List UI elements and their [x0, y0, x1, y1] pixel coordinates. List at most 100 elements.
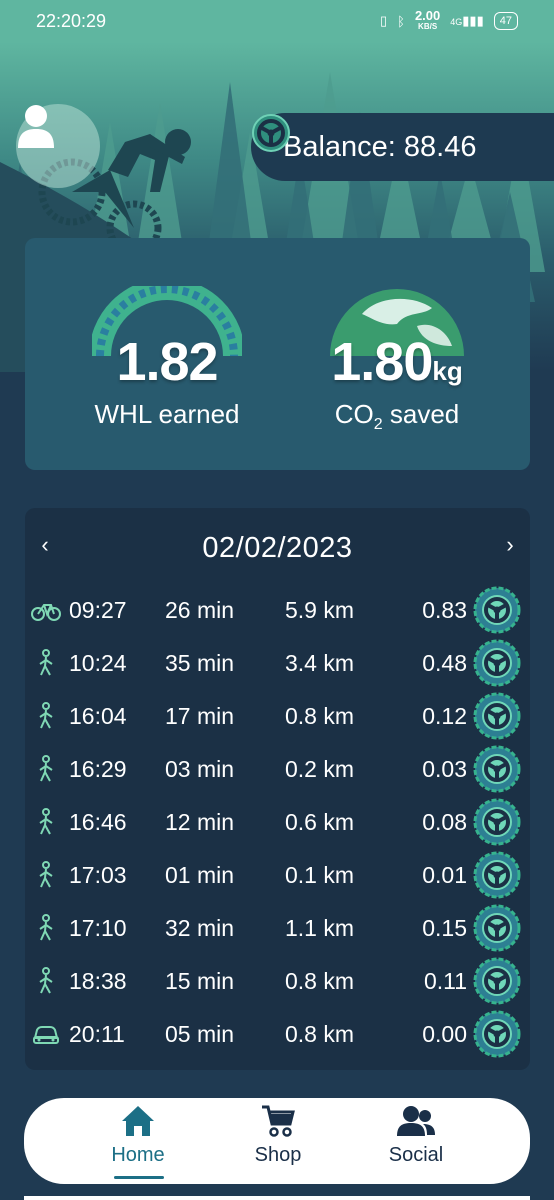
battery-icon: 47	[493, 12, 518, 30]
co2-number: 1.80	[331, 332, 433, 392]
nav-shop-tab[interactable]: Shop	[218, 1104, 338, 1167]
nav-home-label: Home	[111, 1144, 165, 1166]
network-type: 4G	[450, 17, 463, 27]
chevron-right-icon[interactable]: ›	[495, 532, 525, 558]
trip-earned: 0.48	[422, 650, 467, 676]
trip-earned: 0.03	[422, 756, 467, 782]
balance-pill[interactable]: Balance: 88.46	[251, 113, 554, 181]
date-selector: ‹ 02/02/2023 ›	[25, 528, 530, 568]
car-icon	[31, 1020, 61, 1048]
whl-earned-value: 1.82	[116, 332, 218, 392]
network-speed: 2.00 KB/S	[414, 8, 441, 32]
trip-earned: 0.00	[422, 1021, 467, 1047]
trip-duration: 26 min	[165, 597, 235, 623]
status-bar: 22:20:29 ▯ ᛒ 2.00 KB/S 4G▮▮▮ 47	[0, 0, 554, 42]
trip-row[interactable]: 16:29 03 min 0.2 km 0.03	[25, 743, 530, 796]
home-icon	[122, 1106, 154, 1136]
whl-earned-stat: 1.82 WHL earned	[47, 278, 287, 430]
trip-earned: 0.83	[422, 597, 467, 623]
trip-row[interactable]: 16:46 12 min 0.6 km 0.08	[25, 796, 530, 849]
whl-coin-icon	[473, 798, 521, 846]
trip-row[interactable]: 10:24 35 min 3.4 km 0.48	[25, 637, 530, 690]
trip-distance: 0.8 km	[285, 968, 355, 994]
trip-time: 16:29	[69, 756, 127, 782]
trip-time: 20:11	[69, 1021, 125, 1047]
co2-label-main: CO	[334, 399, 374, 429]
trip-row[interactable]: 16:04 17 min 0.8 km 0.12	[25, 690, 530, 743]
status-time: 22:20:29	[36, 10, 107, 31]
co2-label-sub: 2	[373, 416, 383, 434]
trip-earned: 0.11	[423, 968, 467, 994]
bottom-navigation: Home Shop Social	[24, 1098, 530, 1184]
trip-earned: 0.12	[422, 703, 467, 729]
co2-saved-value: 1.80kg	[277, 331, 517, 393]
co2-saved-stat: 1.80kg CO2 saved	[277, 286, 517, 434]
cart-icon	[262, 1105, 295, 1137]
walking-icon	[31, 649, 61, 677]
nav-social-tab[interactable]: Social	[356, 1104, 476, 1167]
trip-duration: 01 min	[165, 862, 235, 888]
trip-row[interactable]: 17:03 01 min 0.1 km 0.01	[25, 849, 530, 902]
trip-time: 16:04	[69, 703, 127, 729]
walking-icon	[31, 861, 61, 889]
co2-unit: kg	[432, 356, 463, 386]
signal-icon: 4G▮▮▮	[450, 13, 484, 28]
whl-coin-icon	[473, 1010, 521, 1058]
trip-duration: 17 min	[165, 703, 235, 729]
nav-social-label: Social	[388, 1144, 444, 1166]
trip-row[interactable]: 09:27 26 min 5.9 km 0.83	[25, 584, 530, 637]
vibrate-icon: ▯	[379, 13, 388, 28]
trip-date: 02/02/2023	[202, 531, 353, 564]
net-speed-value: 2.00	[414, 8, 441, 23]
walking-icon	[31, 702, 61, 730]
trip-duration: 05 min	[165, 1021, 235, 1047]
co2-label-rest: saved	[382, 399, 460, 429]
nav-home-tab[interactable]: Home	[78, 1104, 198, 1167]
trips-card: ‹ 02/02/2023 › 09:27 26 min 5.9 km 0.83 10:2…	[25, 508, 530, 1070]
trip-row[interactable]: 18:38 15 min 0.8 km 0.11	[25, 955, 530, 1008]
co2-saved-label: CO2 saved	[277, 399, 517, 434]
trip-time: 18:38	[69, 968, 127, 994]
trip-distance: 0.8 km	[285, 1021, 355, 1047]
walking-icon	[31, 967, 61, 995]
whl-coin-icon	[473, 904, 521, 952]
whl-coin-icon	[473, 639, 521, 687]
trip-duration: 15 min	[165, 968, 235, 994]
trip-distance: 0.6 km	[285, 809, 355, 835]
whl-coin-icon	[473, 957, 521, 1005]
users-icon	[397, 1106, 435, 1136]
trip-time: 17:03	[69, 862, 127, 888]
trip-time: 09:27	[69, 597, 127, 623]
trip-earned: 0.01	[422, 862, 467, 888]
profile-avatar-button[interactable]	[16, 104, 100, 188]
trip-row[interactable]: 20:11 05 min 0.8 km 0.00	[25, 1008, 530, 1061]
trip-duration: 03 min	[165, 756, 235, 782]
walking-icon	[31, 755, 61, 783]
chevron-left-icon[interactable]: ‹	[30, 532, 60, 558]
trip-distance: 0.2 km	[285, 756, 355, 782]
whl-coin-icon	[473, 851, 521, 899]
net-speed-unit: KB/S	[418, 22, 438, 31]
trip-duration: 35 min	[165, 650, 235, 676]
whl-coin-icon	[473, 745, 521, 793]
nav-shop-label: Shop	[254, 1144, 302, 1166]
stats-card: 1.82 WHL earned 1.80kg CO2 saved	[25, 238, 530, 470]
trip-duration: 12 min	[165, 809, 235, 835]
bike-icon	[31, 596, 61, 624]
whl-coin-icon	[252, 114, 290, 152]
status-icons: ▯ ᛒ 2.00 KB/S 4G▮▮▮ 47	[379, 8, 518, 32]
trip-distance: 3.4 km	[285, 650, 355, 676]
trip-distance: 0.8 km	[285, 703, 355, 729]
trip-distance: 5.9 km	[285, 597, 355, 623]
trip-time: 16:46	[69, 809, 127, 835]
battery-level: 47	[499, 15, 512, 27]
trip-earned: 0.15	[422, 915, 467, 941]
active-tab-indicator	[114, 1176, 164, 1179]
balance-label: Balance: 88.46	[283, 130, 477, 163]
trip-distance: 1.1 km	[285, 915, 355, 941]
trip-time: 17:10	[69, 915, 127, 941]
walking-icon	[31, 914, 61, 942]
whl-coin-icon	[473, 586, 521, 634]
trip-row[interactable]: 17:10 32 min 1.1 km 0.15	[25, 902, 530, 955]
trip-time: 10:24	[69, 650, 127, 676]
